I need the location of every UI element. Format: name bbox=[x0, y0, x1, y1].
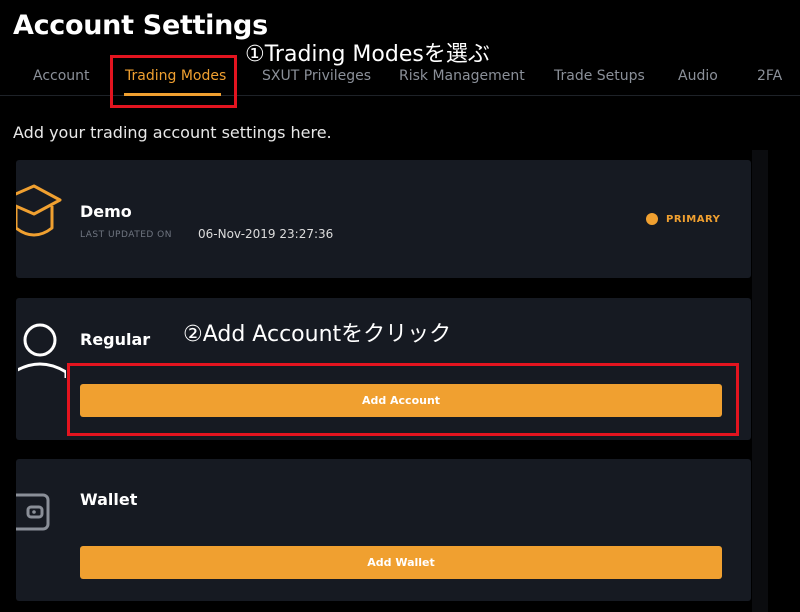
graduation-cap-icon bbox=[0, 184, 64, 250]
primary-badge-label: PRIMARY bbox=[666, 213, 721, 225]
status-dot-icon bbox=[646, 213, 658, 225]
user-icon bbox=[12, 320, 68, 382]
annotation-step2: ②Add Accountをクリック bbox=[183, 322, 452, 347]
tab-trade-setups[interactable]: Trade Setups bbox=[554, 68, 645, 84]
scroll-track[interactable] bbox=[752, 150, 768, 612]
card-title-demo: Demo bbox=[80, 202, 132, 221]
card-title-regular: Regular bbox=[80, 330, 151, 349]
tab-2fa[interactable]: 2FA bbox=[757, 68, 782, 84]
last-updated-value: 06-Nov-2019 23:27:36 bbox=[198, 227, 334, 241]
page-subtitle: Add your trading account settings here. bbox=[13, 123, 332, 142]
card-demo: Demo LAST UPDATED ON 06-Nov-2019 23:27:3… bbox=[0, 160, 751, 278]
tab-sxut-privileges[interactable]: SXUT Privileges bbox=[262, 68, 371, 84]
tab-account[interactable]: Account bbox=[33, 68, 90, 84]
card-wallet: Wallet Add Wallet bbox=[6, 459, 751, 601]
card-title-wallet: Wallet bbox=[80, 490, 138, 509]
add-wallet-button[interactable]: Add Wallet bbox=[80, 546, 722, 579]
highlight-box-button bbox=[67, 363, 739, 436]
highlight-box-tab bbox=[110, 55, 237, 108]
primary-badge: PRIMARY bbox=[646, 213, 720, 225]
tab-audio[interactable]: Audio bbox=[678, 68, 718, 84]
last-updated-label: LAST UPDATED ON bbox=[80, 230, 172, 240]
page-title: Account Settings bbox=[13, 10, 268, 41]
tab-risk-management[interactable]: Risk Management bbox=[399, 68, 525, 84]
wallet-icon bbox=[6, 489, 56, 539]
